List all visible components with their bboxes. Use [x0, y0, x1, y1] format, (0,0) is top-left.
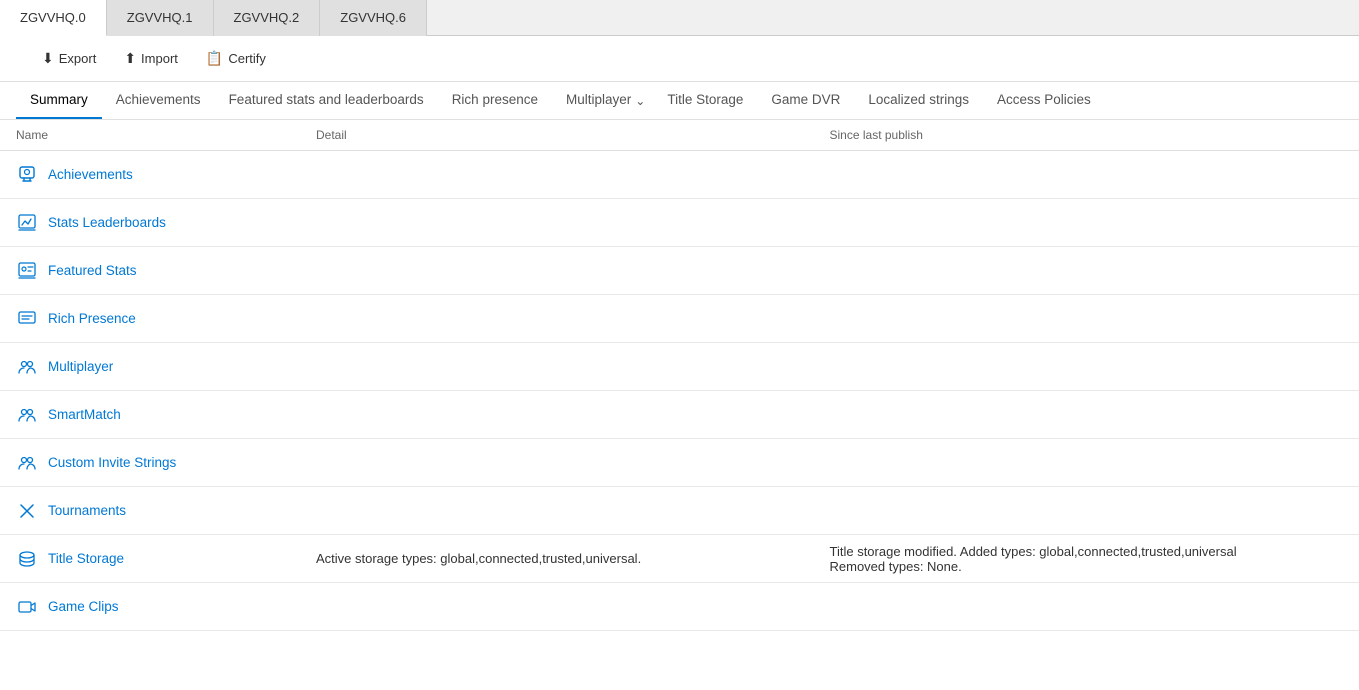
certify-icon: 📋: [206, 50, 223, 67]
cell-name-stats-leaderboards: Stats Leaderboards: [16, 212, 316, 234]
cell-name-custom-invite: Custom Invite Strings: [16, 452, 316, 474]
add-tab-button[interactable]: [427, 0, 455, 35]
col-name: Name: [16, 128, 316, 142]
row-link-rich-presence[interactable]: Rich Presence: [48, 311, 136, 326]
table-container: Name Detail Since last publish Achieveme…: [0, 120, 1359, 631]
tab-zgvvhq6[interactable]: ZGVVHQ.6: [320, 0, 427, 36]
row-link-custom-invite[interactable]: Custom Invite Strings: [48, 455, 176, 470]
table-header: Name Detail Since last publish: [0, 120, 1359, 151]
tab-zgvvhq0[interactable]: ZGVVHQ.0: [0, 0, 107, 36]
cell-name-game-clips: Game Clips: [16, 596, 316, 618]
smartmatch-icon: [16, 404, 38, 426]
cell-name-title-storage: Title Storage: [16, 548, 316, 570]
row-link-tournaments[interactable]: Tournaments: [48, 503, 126, 518]
import-button[interactable]: ⬆ Import: [118, 46, 184, 71]
row-link-game-clips[interactable]: Game Clips: [48, 599, 119, 614]
certify-label: Certify: [228, 51, 266, 66]
cell-name-rich-presence: Rich Presence: [16, 308, 316, 330]
row-link-smartmatch[interactable]: SmartMatch: [48, 407, 121, 422]
row-link-multiplayer[interactable]: Multiplayer: [48, 359, 113, 374]
table-row: Rich Presence: [0, 295, 1359, 343]
nav-tab-localized-strings[interactable]: Localized strings: [854, 82, 983, 119]
header-actions: ⬇ Export ⬆ Import 📋 Certify: [36, 46, 272, 71]
cell-name-multiplayer: Multiplayer: [16, 356, 316, 378]
nav-tab-title-storage[interactable]: Title Storage: [653, 82, 757, 119]
table-row: SmartMatch: [0, 391, 1359, 439]
table-row: Multiplayer: [0, 343, 1359, 391]
row-link-achievements[interactable]: Achievements: [48, 167, 133, 182]
storage-icon: [16, 548, 38, 570]
featured-icon: [16, 260, 38, 282]
nav-tab-access-policies[interactable]: Access Policies: [983, 82, 1105, 119]
table-row: Game Clips: [0, 583, 1359, 631]
tab-bar: ZGVVHQ.0ZGVVHQ.1ZGVVHQ.2ZGVVHQ.6: [0, 0, 1359, 36]
multiplayer-chevron-icon: ⌄: [631, 84, 653, 118]
tab-zgvvhq1[interactable]: ZGVVHQ.1: [107, 0, 214, 36]
row-link-featured-stats[interactable]: Featured Stats: [48, 263, 137, 278]
cell-name-featured-stats: Featured Stats: [16, 260, 316, 282]
table-row: Featured Stats: [0, 247, 1359, 295]
nav-tab-rich-presence[interactable]: Rich presence: [438, 82, 552, 119]
nav-tab-featured-stats[interactable]: Featured stats and leaderboards: [215, 82, 438, 119]
nav-tab-multiplayer-group[interactable]: Multiplayer⌄: [552, 82, 653, 119]
col-since: Since last publish: [830, 128, 1344, 142]
export-label: Export: [59, 51, 97, 66]
cell-name-smartmatch: SmartMatch: [16, 404, 316, 426]
import-label: Import: [141, 51, 178, 66]
achievements-icon: [16, 164, 38, 186]
header: ⬇ Export ⬆ Import 📋 Certify: [0, 36, 1359, 82]
nav-tab-achievements[interactable]: Achievements: [102, 82, 215, 119]
nav-tabs: SummaryAchievementsFeatured stats and le…: [0, 82, 1359, 120]
cell-since-title-storage: Title storage modified. Added types: glo…: [830, 544, 1344, 574]
import-icon: ⬆: [124, 50, 136, 67]
cell-name-tournaments: Tournaments: [16, 500, 316, 522]
table-row: Custom Invite Strings: [0, 439, 1359, 487]
certify-button[interactable]: 📋 Certify: [200, 46, 272, 71]
nav-tab-game-dvr[interactable]: Game DVR: [757, 82, 854, 119]
invite-icon: [16, 452, 38, 474]
table-row: Title Storage Active storage types: globa…: [0, 535, 1359, 583]
col-detail: Detail: [316, 128, 830, 142]
nav-tab-multiplayer[interactable]: Multiplayer: [552, 82, 631, 119]
cell-detail-title-storage: Active storage types: global,connected,t…: [316, 551, 830, 566]
table-row: Stats Leaderboards: [0, 199, 1359, 247]
multiplayer-icon: [16, 356, 38, 378]
row-link-stats-leaderboards[interactable]: Stats Leaderboards: [48, 215, 166, 230]
table-row: Tournaments: [0, 487, 1359, 535]
nav-tab-summary[interactable]: Summary: [16, 82, 102, 119]
table-row: Achievements: [0, 151, 1359, 199]
tab-zgvvhq2[interactable]: ZGVVHQ.2: [214, 0, 321, 36]
row-link-title-storage[interactable]: Title Storage: [48, 551, 124, 566]
tournaments-icon: [16, 500, 38, 522]
export-button[interactable]: ⬇ Export: [36, 46, 102, 71]
stats-icon: [16, 212, 38, 234]
rich-presence-icon: [16, 308, 38, 330]
clips-icon: [16, 596, 38, 618]
cell-name-achievements: Achievements: [16, 164, 316, 186]
export-icon: ⬇: [42, 50, 54, 67]
